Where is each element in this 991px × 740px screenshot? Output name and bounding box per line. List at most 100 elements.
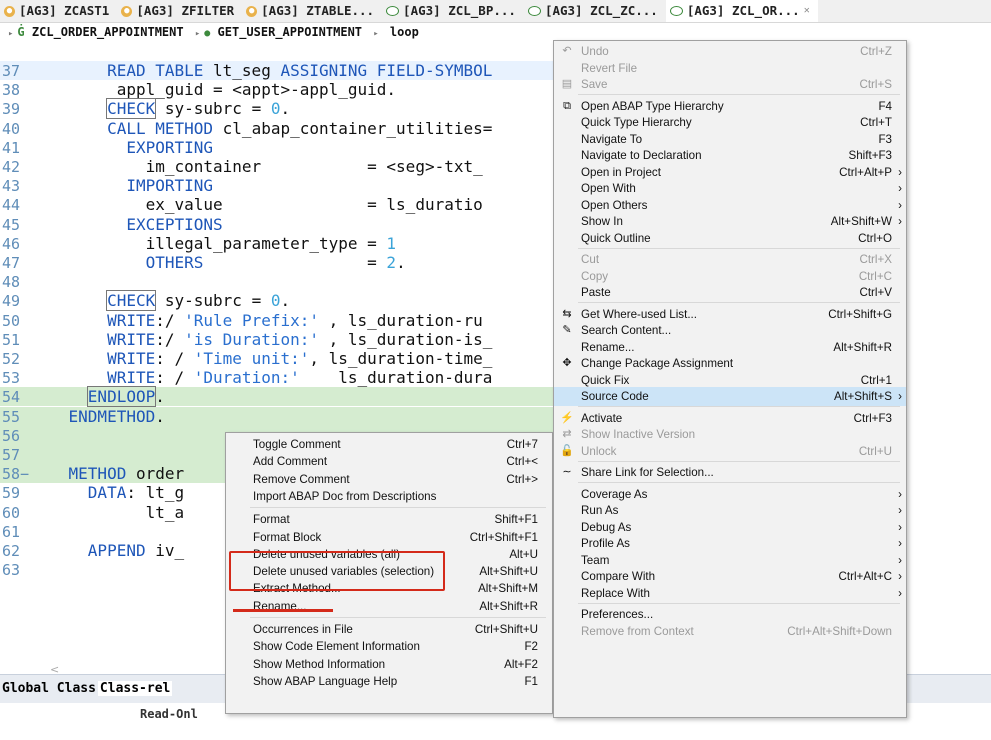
menu-separator: [578, 302, 900, 303]
menu-item-show-method-information[interactable]: Show Method Information Alt+F2: [226, 655, 552, 674]
menu-item-shortcut: Ctrl+Alt+Shift+Down: [787, 624, 892, 638]
code-line[interactable]: 47 OTHERS = 2.: [0, 253, 560, 272]
tab-label: [AG3] ZCAST1: [19, 3, 110, 18]
menu-item-source-code[interactable]: Source Code Alt+Shift+S ›: [554, 387, 906, 406]
menu-item-label: Toggle Comment: [253, 438, 341, 451]
breadcrumb-separator: ▸: [194, 29, 201, 39]
menu-item-rename[interactable]: Rename... Alt+Shift+R: [226, 597, 552, 616]
editor-tab[interactable]: [AG3] ZCL_ZC...: [524, 0, 666, 22]
menu-item-shortcut: Alt+U: [509, 547, 538, 561]
code-token: .: [280, 99, 291, 118]
breadcrumb-separator: ▸: [373, 29, 379, 39]
editor-tab[interactable]: ● [AG3] ZCAST1: [0, 0, 117, 22]
keyword-token: WRITE: [107, 330, 156, 349]
code-line[interactable]: 38 appl_guid = <appt>-appl_guid.: [0, 80, 560, 99]
menu-item-share-link-for-selection[interactable]: ∼ Share Link for Selection...: [554, 463, 906, 482]
line-number: 45: [2, 216, 21, 234]
code-line[interactable]: 37 READ TABLE lt_seg ASSIGNING FIELD-SYM…: [0, 61, 560, 80]
unlock-icon: 🔓: [560, 444, 574, 457]
keyword-token: METHOD: [68, 464, 127, 483]
method-icon: ●: [204, 28, 211, 39]
close-tab-icon[interactable]: ✕: [804, 0, 810, 22]
code-line[interactable]: 46 illegal_parameter_type = 1: [0, 234, 560, 253]
code-line[interactable]: 54 ENDLOOP.: [0, 386, 560, 407]
code-token: ex_value = ls_duratio: [30, 195, 483, 214]
editor-context-menu: ↶ Undo Ctrl+Z Revert File ▤ Save Ctrl+S ⧉ Open A…: [553, 40, 907, 718]
breadcrumb-block[interactable]: loop: [390, 25, 419, 39]
line-number: 61: [2, 523, 21, 541]
menu-item-format[interactable]: Format Shift+F1: [226, 510, 552, 529]
code-token: sy-subrc =: [155, 99, 271, 118]
code-line[interactable]: 40 CALL METHOD cl_abap_container_utiliti…: [0, 119, 560, 138]
breadcrumb: ▸ Ġ ZCL_ORDER_APPOINTMENT ▸ ● GET_USER_APP…: [0, 23, 564, 41]
tab-label: [AG3] ZCL_ZC...: [544, 3, 658, 18]
menu-item-unlock[interactable]: 🔓 Unlock Ctrl+U: [554, 442, 906, 461]
menu-item-quick-outline[interactable]: Quick Outline Ctrl+O: [554, 229, 906, 248]
tab-class-relevant[interactable]: Class-rel: [97, 681, 173, 696]
menu-item-remove-comment[interactable]: Remove Comment Ctrl+>: [226, 470, 552, 489]
code-line[interactable]: 50 WRITE:/ 'Rule Prefix:' , ls_duration-…: [0, 311, 560, 330]
editor-tab[interactable]: [AG3] ZCL_BP...: [382, 0, 524, 22]
code-line[interactable]: 49 CHECK sy-subrc = 0.: [0, 290, 560, 311]
menu-item-show-abap-language-help[interactable]: Show ABAP Language Help F1: [226, 672, 552, 691]
code-line[interactable]: 55 ENDMETHOD.: [0, 407, 560, 426]
keyword-token: CHECK: [106, 98, 157, 119]
code-line[interactable]: 52 WRITE: / 'Time unit:', ls_duration-ti…: [0, 349, 560, 368]
code-line[interactable]: 48: [0, 272, 560, 291]
tab-global-class[interactable]: Global Class: [0, 681, 98, 696]
editor-tab[interactable]: ● [AG3] ZTABLE...: [242, 0, 382, 22]
menu-item-label: Replace With: [581, 586, 650, 600]
string-token: 'Rule Prefix:': [184, 311, 319, 330]
editor-tab[interactable]: ● [AG3] ZFILTER: [117, 0, 242, 22]
keyword-token: WRITE: [107, 368, 156, 387]
breadcrumb-class[interactable]: ZCL_ORDER_APPOINTMENT: [32, 25, 184, 39]
code-token: appl_guid = <appt>-appl_guid.: [30, 80, 397, 99]
menu-item-shortcut: Alt+Shift+R: [479, 599, 538, 613]
menu-item-shortcut: Ctrl+Shift+U: [474, 623, 538, 636]
line-number: 60: [2, 504, 21, 522]
class-icon: [386, 6, 400, 16]
menu-item-label: Format: [253, 513, 290, 527]
menu-item-shortcut: F2: [524, 640, 538, 654]
annotation-highlight-box: [229, 551, 445, 591]
code-line[interactable]: 42 im_container = <seg>-txt_: [0, 157, 560, 176]
menu-item-format-block[interactable]: Format Block Ctrl+Shift+F1: [226, 528, 552, 547]
menu-item-add-comment[interactable]: Add Comment Ctrl+<: [226, 452, 552, 471]
code-token: :/: [155, 311, 185, 330]
code-token: lt_a: [30, 503, 185, 522]
interface-icon: ●: [4, 5, 15, 17]
code-line[interactable]: 41 EXPORTING: [0, 138, 560, 157]
keyword-token: EXPORTING: [126, 138, 214, 157]
menu-item-toggle-comment[interactable]: Toggle Comment Ctrl+7: [226, 435, 552, 454]
editor-tab[interactable]: [AG3] ZCL_OR... ✕: [665, 0, 818, 22]
menu-item-occurrences-in-file[interactable]: Occurrences in File Ctrl+Shift+U: [226, 620, 552, 639]
code-line[interactable]: 53 WRITE: / 'Duration:' ls_duration-dura: [0, 368, 560, 387]
menu-item-show-code-element-information[interactable]: Show Code Element Information F2: [226, 637, 552, 656]
menu-item-label: Paste: [581, 286, 611, 299]
menu-item-save[interactable]: ▤ Save Ctrl+S: [554, 75, 906, 94]
code-line[interactable]: 45 EXCEPTIONS: [0, 215, 560, 234]
breadcrumb-method[interactable]: GET_USER_APPOINTMENT: [218, 25, 363, 39]
keyword-token: ENDMETHOD: [68, 407, 156, 426]
code-line[interactable]: 39 CHECK sy-subrc = 0.: [0, 98, 560, 119]
menu-item-paste[interactable]: Paste Ctrl+V: [554, 283, 906, 302]
interface-icon: ●: [121, 5, 133, 17]
menu-item-shortcut: Alt+Shift+M: [478, 582, 538, 596]
line-number: 58−: [2, 465, 30, 483]
share-link-icon: ∼: [562, 466, 572, 478]
menu-item-shortcut: Alt+Shift+S: [833, 390, 892, 403]
menu-item-remove-from-context[interactable]: Remove from Context Ctrl+Alt+Shift+Down: [554, 622, 906, 641]
code-line[interactable]: 43 IMPORTING: [0, 176, 560, 195]
menu-item-import-abap-doc-from-descriptions[interactable]: Import ABAP Doc from Descriptions: [226, 487, 552, 506]
menu-item-replace-with[interactable]: Replace With ›: [554, 584, 906, 603]
code-token: : /: [155, 349, 194, 368]
code-line[interactable]: 44 ex_value = ls_duratio: [0, 195, 560, 214]
code-token: iv_: [145, 541, 185, 560]
menu-item-label: Format Block: [253, 530, 322, 544]
code-line[interactable]: 51 WRITE:/ 'is Duration:' , ls_duration-…: [0, 330, 560, 349]
menu-item-label: Show Method Information: [253, 657, 386, 671]
